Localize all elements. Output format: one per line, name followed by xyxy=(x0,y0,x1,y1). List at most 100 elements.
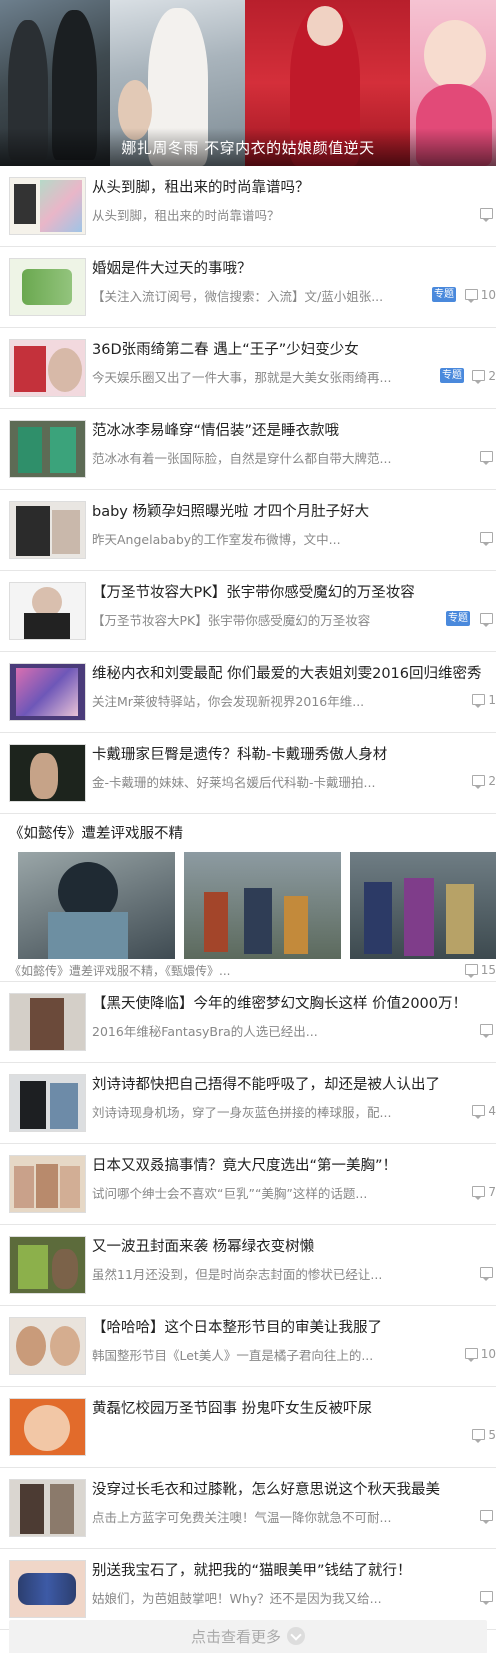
item-title: 从头到脚，租出来的时尚靠谱吗？ xyxy=(92,180,310,196)
topic-badge: 专题 xyxy=(440,368,464,383)
thumbnail xyxy=(9,993,86,1051)
list-item[interactable]: 日本又双叒搞事情？竟大尺度选出“第一美胸”！ 试问哪个绅士会不喜欢“巨乳”“美胸… xyxy=(0,1144,496,1225)
comment-count xyxy=(480,1590,496,1605)
load-more-button[interactable]: 点击查看更多 xyxy=(9,1620,487,1653)
list-item[interactable]: 刘诗诗都快把自己捂得不能呼吸了，却还是被人认出了 刘诗诗现身机场，穿了一身灰蓝色… xyxy=(0,1063,496,1144)
list-item[interactable]: 从头到脚，租出来的时尚靠谱吗？ 从头到脚，租出来的时尚靠谱吗？ xyxy=(0,166,496,247)
item-title: 婚姻是件大过天的事哦？ xyxy=(92,261,252,277)
list-item[interactable]: 黄磊忆校园万圣节囧事 扮鬼吓女生反被吓尿 5 xyxy=(0,1387,496,1468)
comment-count xyxy=(480,1509,496,1524)
comment-icon xyxy=(480,208,493,222)
thumbnail xyxy=(9,420,86,478)
item-title: 没穿过长毛衣和过膝靴，怎么好意思说这个秋天我最美 xyxy=(92,1482,440,1498)
thumbnail xyxy=(9,1236,86,1294)
thumbnail xyxy=(9,339,86,397)
item-desc: 虽然11月还没到，但是时尚杂志封面的惨状已经让... xyxy=(92,1267,383,1282)
item-desc: 点击上方蓝字可免费关注噢！气温一降你就急不可耐... xyxy=(92,1510,392,1525)
comment-icon xyxy=(480,1591,493,1605)
comment-count xyxy=(480,1266,496,1281)
thumbnail xyxy=(9,1479,86,1537)
thumbnail xyxy=(9,663,86,721)
gallery-image-2 xyxy=(184,852,341,959)
list-item[interactable]: 婚姻是件大过天的事哦？ 【关注入流订阅号，微信搜索：入流】文/蓝小姐张... 专… xyxy=(0,247,496,328)
item-title: 刘诗诗都快把自己捂得不能呼吸了，却还是被人认出了 xyxy=(92,1077,440,1093)
comment-count: 2 xyxy=(472,774,496,789)
comment-icon xyxy=(480,451,493,465)
list-item[interactable]: 【万圣节妆容大PK】张宇带你感受魔幻的万圣妆容 【万圣节妆容大PK】张宇带你感受… xyxy=(0,571,496,652)
thumbnail xyxy=(9,1074,86,1132)
comment-count: 2 xyxy=(472,369,496,384)
list-item[interactable]: baby 杨颖孕妇照曝光啦 才四个月肚子好大 昨天Angelababy的工作室发… xyxy=(0,490,496,571)
item-title: 范冰冰李易峰穿“情侣装”还是睡衣款哦 xyxy=(92,423,340,439)
list-item[interactable]: 36D张雨绮第二春 遇上“王子”少妇变少女 今天娱乐圈又出了一件大事，那就是大美… xyxy=(0,328,496,409)
item-desc: 韩国整形节目《Let美人》一直是橘子君向往上的... xyxy=(92,1348,374,1363)
comment-icon xyxy=(480,1024,493,1038)
item-desc: 昨天Angelababy的工作室发布微博，文中... xyxy=(92,532,341,547)
thumbnail xyxy=(9,1560,86,1618)
list-item[interactable]: 维秘内衣和刘雯最配 你们最爱的大表姐刘雯2016回归维密秀 关注Mr莱彼特驿站，… xyxy=(0,652,496,733)
comment-count xyxy=(480,531,496,546)
comment-count: 7 xyxy=(472,1185,496,1200)
comment-count xyxy=(480,207,496,222)
item-desc: 金-卡戴珊的妹妹、好莱坞名媛后代科勒-卡戴珊拍... xyxy=(92,775,376,790)
topic-badge: 专题 xyxy=(446,611,470,626)
comment-icon xyxy=(480,613,493,627)
thumbnail xyxy=(9,1155,86,1213)
item-title: 【万圣节妆容大PK】张宇带你感受魔幻的万圣妆容 xyxy=(92,585,415,601)
item-desc: 【关注入流订阅号，微信搜索：入流】文/蓝小姐张... xyxy=(92,289,384,304)
item-title: 又一波丑封面来袭 杨幂绿衣变树懒 xyxy=(92,1239,315,1255)
list-item[interactable]: 卡戴珊家巨臀是遗传？科勒-卡戴珊秀傲人身材 金-卡戴珊的妹妹、好莱坞名媛后代科勒… xyxy=(0,733,496,814)
item-title: 【黑天使降临】今年的维密梦幻文胸长这样 价值2000万！ xyxy=(92,996,468,1012)
list-item[interactable]: 没穿过长毛衣和过膝靴，怎么好意思说这个秋天我最美 点击上方蓝字可免费关注噢！气温… xyxy=(0,1468,496,1549)
comment-count: 5 xyxy=(472,1428,496,1443)
gallery-image-1 xyxy=(18,852,175,959)
hero-caption: 娜扎周冬雨 不穿内衣的姑娘颜值逆天 xyxy=(121,139,375,157)
comment-count: 10 xyxy=(464,288,496,303)
comment-icon xyxy=(472,775,486,789)
comment-icon xyxy=(464,289,478,303)
list-item[interactable]: 又一波丑封面来袭 杨幂绿衣变树懒 虽然11月还没到，但是时尚杂志封面的惨状已经让… xyxy=(0,1225,496,1306)
comment-icon xyxy=(480,1267,493,1281)
thumbnail xyxy=(9,177,86,235)
gallery-item[interactable]: 《如懿传》遭差评戏服不精 《如懿传》遭差评戏服不精，《甄嬛传》... 15 xyxy=(0,814,496,982)
list-item[interactable]: 别送我宝石了，就把我的“猫眼美甲”钱结了就行！ 姑娘们，为芭姐鼓掌吧！Why？还… xyxy=(0,1549,496,1630)
item-desc: 刘诗诗现身机场，穿了一身灰蓝色拼接的棒球服，配... xyxy=(92,1105,392,1120)
comment-count xyxy=(480,612,496,627)
thumbnail xyxy=(9,1317,86,1375)
thumbnail xyxy=(9,1398,86,1456)
list-item[interactable]: 范冰冰李易峰穿“情侣装”还是睡衣款哦 范冰冰有着一张国际脸，自然是穿什么都自带大… xyxy=(0,409,496,490)
item-desc: 今天娱乐圈又出了一件大事，那就是大美女张雨绮再... xyxy=(92,370,392,385)
comment-count: 1 xyxy=(472,693,496,708)
gallery-title: 《如懿传》遭差评戏服不精 xyxy=(9,826,183,842)
comment-count: 10 xyxy=(464,1347,496,1362)
thumbnail xyxy=(9,744,86,802)
list-item[interactable]: 【黑天使降临】今年的维密梦幻文胸长这样 价值2000万！ 2016年维秘Fant… xyxy=(0,982,496,1063)
thumbnail xyxy=(9,582,86,640)
hero-banner[interactable]: 娜扎周冬雨 不穿内衣的姑娘颜值逆天 xyxy=(0,0,496,166)
comment-icon xyxy=(464,964,478,978)
item-title: 日本又双叒搞事情？竟大尺度选出“第一美胸”！ xyxy=(92,1158,398,1174)
gallery-image-3 xyxy=(350,852,496,959)
item-desc: 试问哪个绅士会不喜欢“巨乳”“美胸”这样的话题... xyxy=(92,1186,368,1201)
item-title: 别送我宝石了，就把我的“猫眼美甲”钱结了就行！ xyxy=(92,1563,412,1579)
comment-icon xyxy=(472,370,486,384)
comment-count: 4 xyxy=(472,1104,496,1119)
item-title: 【哈哈哈】这个日本整形节目的审美让我服了 xyxy=(92,1320,382,1336)
comment-icon xyxy=(480,532,493,546)
item-desc: 2016年维秘FantasyBra的人选已经出... xyxy=(92,1024,318,1039)
thumbnail xyxy=(9,258,86,316)
item-desc: 姑娘们，为芭姐鼓掌吧！Why？还不是因为我又给... xyxy=(92,1591,382,1606)
comment-icon xyxy=(480,1510,493,1524)
comment-icon xyxy=(472,1429,486,1443)
topic-badge: 专题 xyxy=(432,287,456,302)
item-title: 卡戴珊家巨臀是遗传？科勒-卡戴珊秀傲人身材 xyxy=(92,747,388,763)
item-title: 黄磊忆校园万圣节囧事 扮鬼吓女生反被吓尿 xyxy=(92,1401,373,1417)
item-desc: 从头到脚，租出来的时尚靠谱吗？ xyxy=(92,208,280,223)
list-item[interactable]: 【哈哈哈】这个日本整形节目的审美让我服了 韩国整形节目《Let美人》一直是橘子君… xyxy=(0,1306,496,1387)
item-desc: 范冰冰有着一张国际脸，自然是穿什么都自带大牌范... xyxy=(92,451,392,466)
comment-icon xyxy=(464,1348,478,1362)
comment-count xyxy=(480,450,496,465)
load-more-label: 点击查看更多 xyxy=(190,1628,281,1646)
gallery-desc: 《如懿传》遭差评戏服不精，《甄嬛传》... xyxy=(9,964,231,978)
comment-icon xyxy=(472,1105,486,1119)
